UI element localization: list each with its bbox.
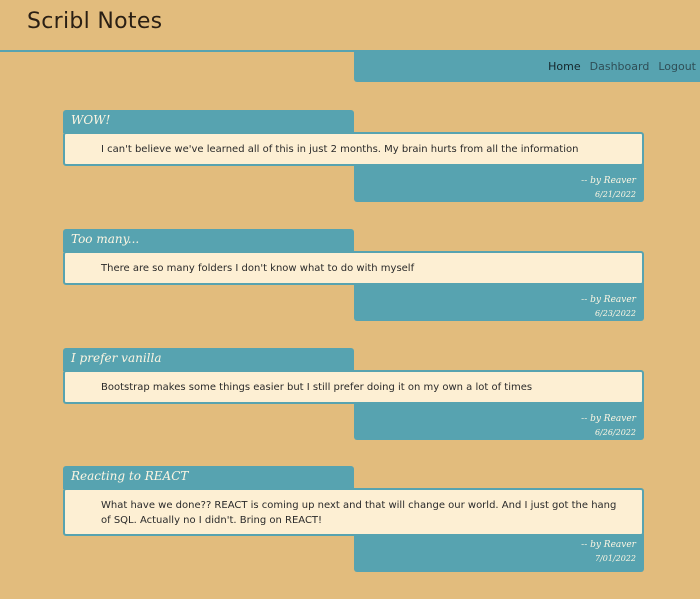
note-body: What have we done?? REACT is coming up n… [63,488,644,536]
note-card: WOW! I can't believe we've learned all o… [63,110,644,202]
nav-home-link[interactable]: Home [548,60,580,73]
note-title: I prefer vanilla [63,348,354,371]
note-author: -- by Reaver [581,414,636,424]
note-author: -- by Reaver [581,295,636,305]
site-title[interactable]: Scribl Notes [27,9,162,34]
navbar: Home Dashboard Logout [354,50,700,82]
note-footer: -- by Reaver 6/26/2022 [354,402,644,440]
note-footer: -- by Reaver 7/01/2022 [354,534,644,572]
note-footer: -- by Reaver 6/21/2022 [354,164,644,202]
note-title: WOW! [63,110,354,133]
note-card: I prefer vanilla Bootstrap makes some th… [63,348,644,440]
note-date: 6/23/2022 [594,309,636,318]
site-header: Scribl Notes [0,0,700,52]
note-body: I can't believe we've learned all of thi… [63,132,644,166]
note-date: 6/21/2022 [594,190,636,199]
note-title: Too many... [63,229,354,252]
note-body: There are so many folders I don't know w… [63,251,644,285]
note-date: 7/01/2022 [594,554,636,563]
note-author: -- by Reaver [581,540,636,550]
note-body: Bootstrap makes some things easier but I… [63,370,644,404]
note-footer: -- by Reaver 6/23/2022 [354,283,644,321]
note-card: Too many... There are so many folders I … [63,229,644,321]
note-card: Reacting to REACT What have we done?? RE… [63,466,644,572]
nav-dashboard-link[interactable]: Dashboard [590,60,650,73]
note-title: Reacting to REACT [63,466,354,489]
note-date: 6/26/2022 [594,428,636,437]
nav-logout-link[interactable]: Logout [658,60,696,73]
note-author: -- by Reaver [581,176,636,186]
